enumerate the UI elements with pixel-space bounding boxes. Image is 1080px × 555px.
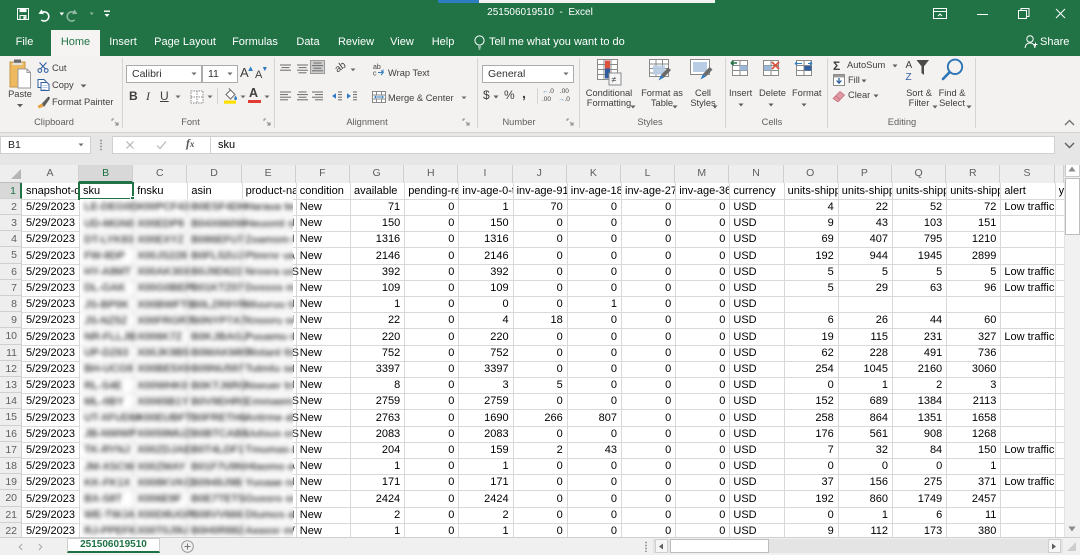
svg-text:≠: ≠ (612, 75, 617, 85)
svg-text:A: A (906, 60, 913, 71)
svg-text:c: c (373, 71, 377, 77)
svg-text:Z: Z (906, 72, 912, 81)
